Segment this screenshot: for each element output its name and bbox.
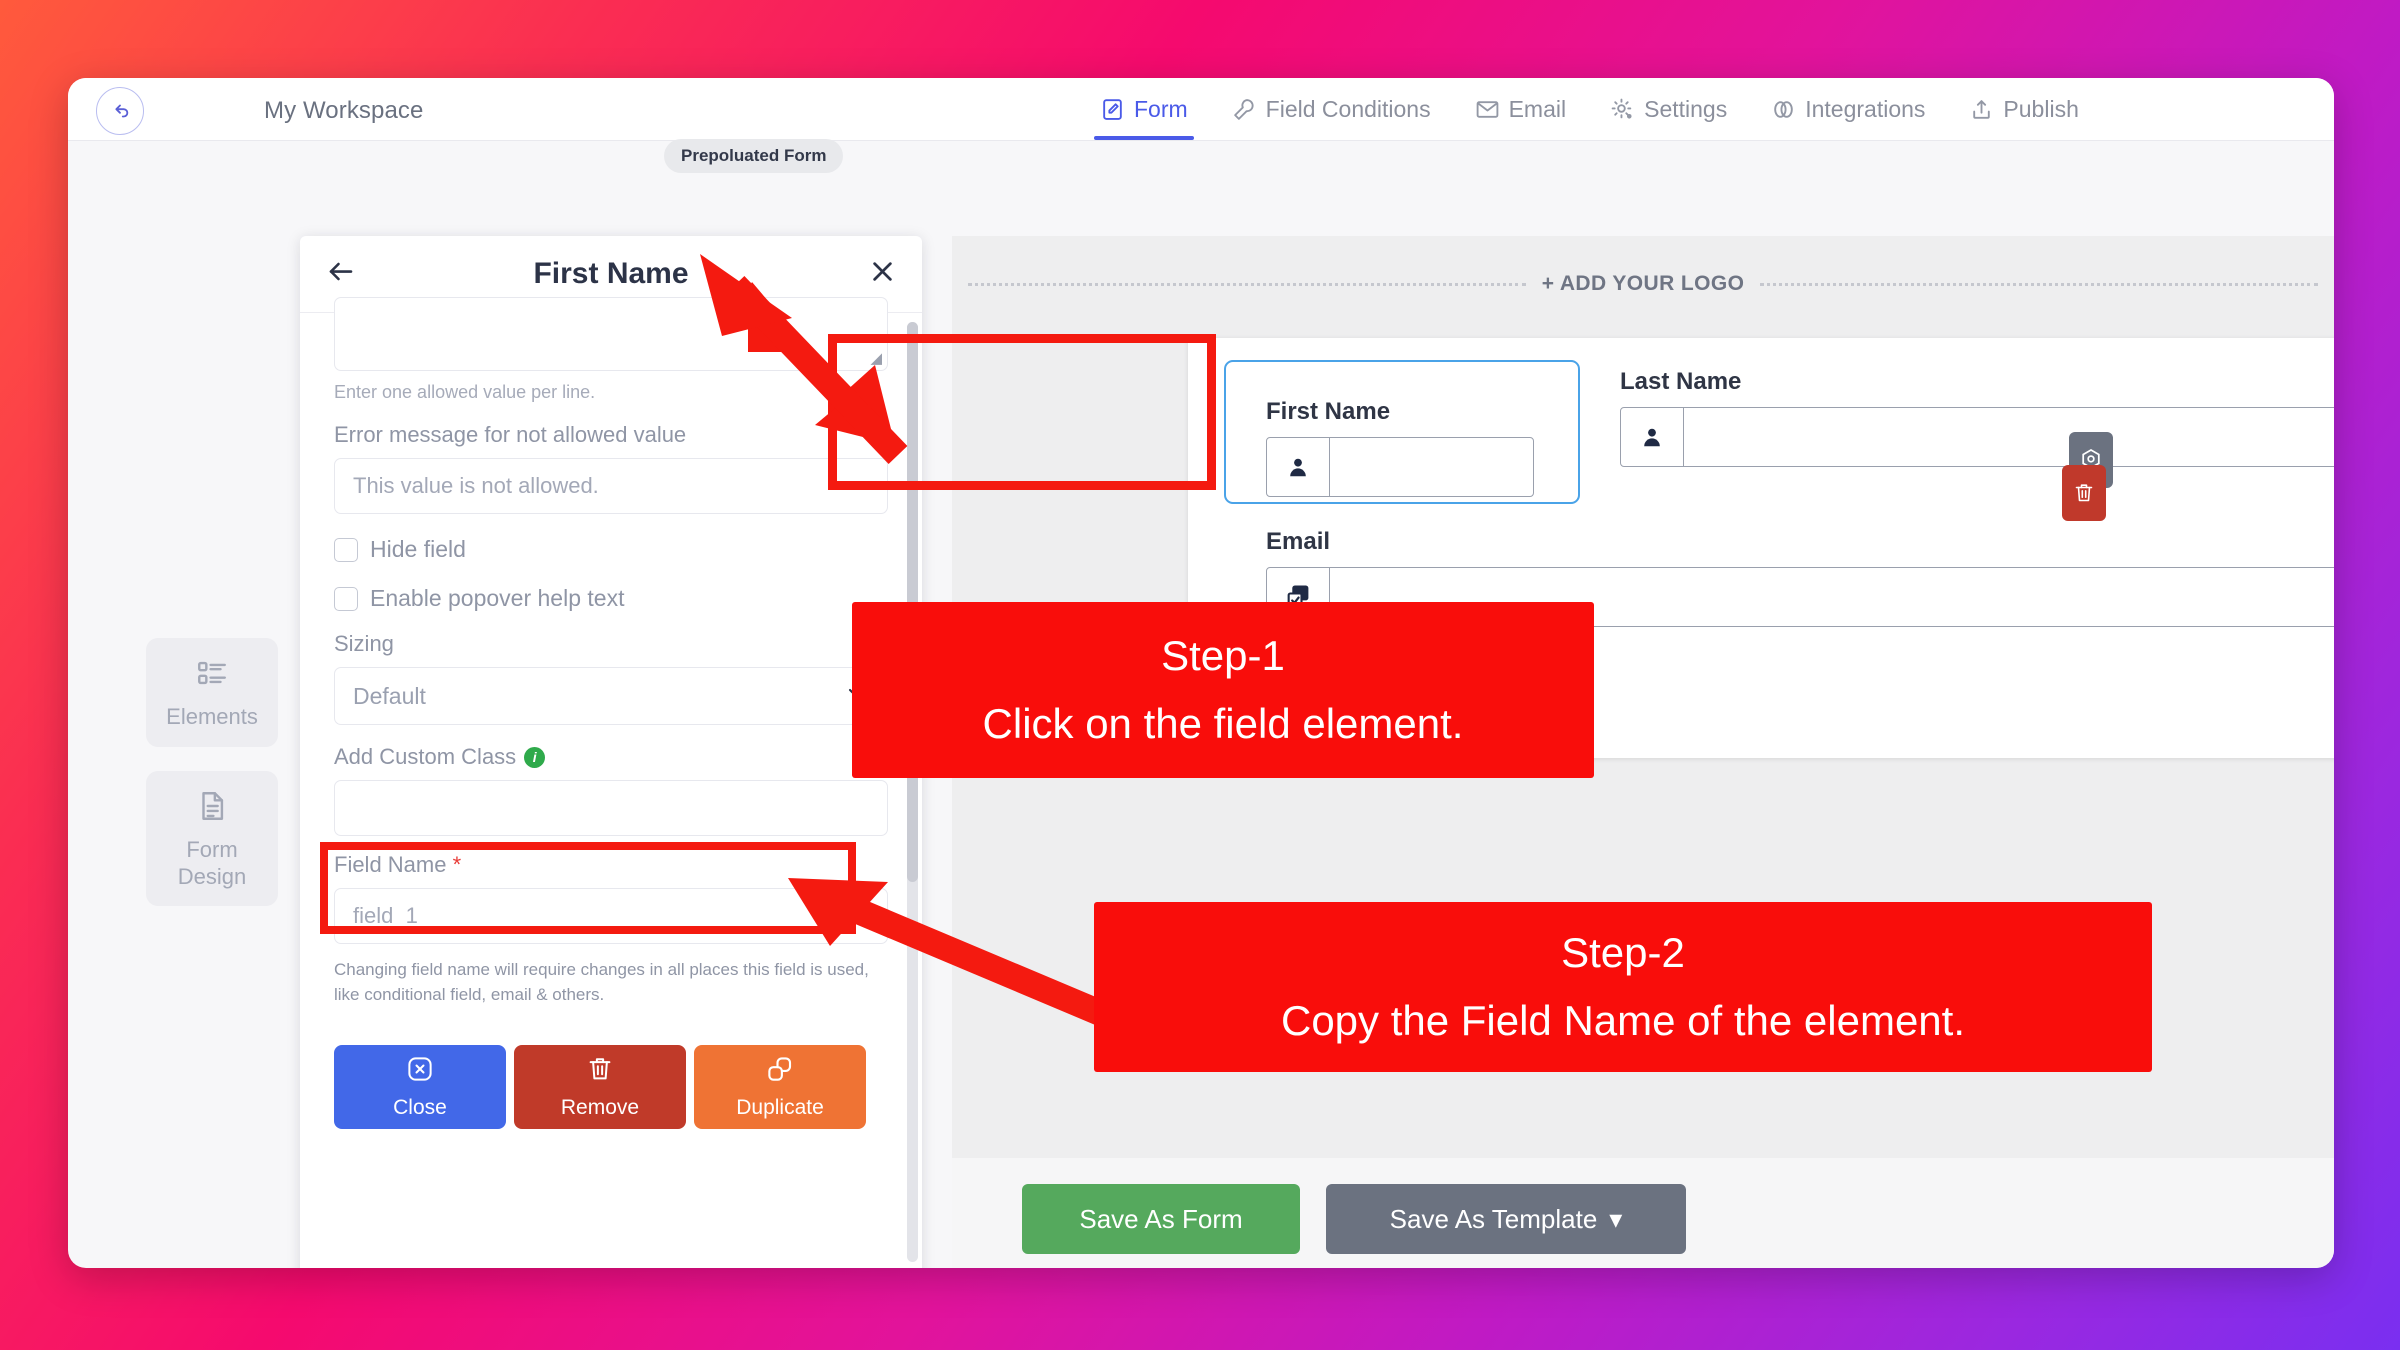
back-button[interactable] <box>96 87 144 135</box>
info-icon[interactable]: i <box>524 746 546 768</box>
sizing-select[interactable]: Default <box>334 667 888 725</box>
left-rail: Elements Form Design <box>146 638 278 907</box>
close-icon[interactable] <box>869 258 896 290</box>
sidebar-item-label: Elements <box>166 704 258 729</box>
field-name-group: Field Name * field_1 Changing field name… <box>320 842 888 1007</box>
add-logo-label: + ADD YOUR LOGO <box>1541 272 1745 295</box>
divider-left <box>968 282 1526 286</box>
popover-help-label: Enable popover help text <box>370 585 625 611</box>
annotation-step-2: Step-2 Copy the Field Name of the elemen… <box>1094 902 2152 1072</box>
sizing-label: Sizing <box>334 631 394 656</box>
annotation-step-1: Step-1 Click on the field element. <box>852 602 1594 778</box>
tab-settings[interactable]: Settings <box>1588 78 1749 140</box>
document-lines-icon <box>195 789 229 828</box>
save-as-form-label: Save As Form <box>1079 1203 1243 1234</box>
error-message-label: Error message for not allowed value <box>334 422 687 447</box>
custom-class-label: Add Custom Class i <box>334 744 888 770</box>
field-selection-outline <box>1224 360 1580 504</box>
link-rings-icon <box>1771 97 1796 122</box>
duplicate-icon <box>765 1054 795 1090</box>
remove-button[interactable]: Remove <box>514 1045 686 1130</box>
workspace-title: My Workspace <box>264 97 424 124</box>
gear-icon <box>1610 97 1635 122</box>
duplicate-button[interactable]: Duplicate <box>694 1045 866 1130</box>
upload-icon <box>1969 97 1994 122</box>
allowed-values-hint: Enter one allowed value per line. <box>334 382 596 402</box>
annotation-title: Step-2 <box>1561 928 1685 976</box>
save-as-template-label: Save As Template <box>1389 1203 1598 1234</box>
field-delete-trash-icon[interactable] <box>2062 465 2106 521</box>
top-bar: My Workspace Prepoluated Form Form Field… <box>68 78 2334 173</box>
error-message-value: This value is not allowed. <box>353 473 599 498</box>
tab-label: Integrations <box>1805 95 1926 122</box>
custom-class-label-text: Add Custom Class <box>334 744 517 769</box>
list-blocks-icon <box>195 656 229 695</box>
error-message-input[interactable]: This value is not allowed. <box>334 458 888 514</box>
required-asterisk: * <box>452 852 462 877</box>
close-circle-icon <box>405 1054 435 1090</box>
popover-help-checkbox[interactable] <box>334 586 358 611</box>
document-pencil-icon <box>1100 97 1125 122</box>
tab-label: Form <box>1134 95 1188 122</box>
tab-label: Settings <box>1644 95 1728 122</box>
allowed-values-textarea[interactable]: ◢ <box>334 297 888 371</box>
tab-label: Publish <box>2003 95 2079 122</box>
envelope-icon <box>1475 97 1500 122</box>
button-label: Duplicate <box>736 1096 824 1120</box>
sidebar-item-elements[interactable]: Elements <box>146 638 278 747</box>
close-button[interactable]: Close <box>334 1045 506 1130</box>
popover-help-row[interactable]: Enable popover help text <box>334 585 888 612</box>
field-name-input[interactable]: field_1 <box>334 888 888 944</box>
trash-icon <box>585 1054 615 1090</box>
field-input-area[interactable] <box>1684 408 2334 466</box>
undo-arrow-icon <box>115 104 129 118</box>
annotation-title: Step-1 <box>1161 631 1285 679</box>
form-field-last-name[interactable]: Last Name <box>1620 368 2334 467</box>
add-logo-row[interactable]: + ADD YOUR LOGO <box>968 272 2319 296</box>
tab-label: Email <box>1508 95 1567 122</box>
panel-title: First Name <box>533 257 689 290</box>
sidebar-item-label: Form Design <box>177 836 247 889</box>
field-label: Last Name <box>1620 368 1742 395</box>
form-name-badge: Prepoluated Form <box>664 139 844 173</box>
divider-right <box>1760 282 2319 286</box>
field-name-label-text: Field Name <box>334 852 447 877</box>
field-input[interactable] <box>1620 407 2334 467</box>
field-name-value: field_1 <box>353 903 418 928</box>
tab-publish[interactable]: Publish <box>1947 78 2100 140</box>
save-as-form-button[interactable]: Save As Form <box>1022 1184 1300 1254</box>
field-name-label: Field Name * <box>334 852 888 878</box>
person-icon <box>1621 408 1684 466</box>
field-name-note: Changing field name will require changes… <box>334 960 869 1004</box>
tab-email[interactable]: Email <box>1453 78 1589 140</box>
tab-integrations[interactable]: Integrations <box>1749 78 1947 140</box>
main-tabs: Form Field Conditions Email Settings Int… <box>1078 78 2101 140</box>
caret-down-icon: ▾ <box>1609 1203 1623 1234</box>
annotation-text: Copy the Field Name of the element. <box>1280 997 1966 1044</box>
panel-action-buttons: Close Remove Duplicate <box>334 1045 888 1130</box>
wrench-icon <box>1232 97 1257 122</box>
hide-field-row[interactable]: Hide field <box>334 536 888 563</box>
tab-field-conditions[interactable]: Field Conditions <box>1210 78 1453 140</box>
sizing-value: Default <box>353 682 426 709</box>
tab-label: Field Conditions <box>1265 95 1431 122</box>
hide-field-label: Hide field <box>370 536 466 562</box>
first-name-highlight-box <box>828 334 1216 490</box>
button-label: Remove <box>560 1096 640 1120</box>
field-label: Email <box>1266 528 1331 555</box>
button-label: Close <box>393 1096 447 1120</box>
sidebar-item-form-design[interactable]: Form Design <box>146 770 278 907</box>
annotation-text: Click on the field element. <box>982 700 1464 747</box>
custom-class-input[interactable] <box>334 780 888 836</box>
hide-field-checkbox[interactable] <box>334 537 358 562</box>
bottom-bar: Save As Form Save As Template ▾ <box>952 1158 2334 1268</box>
panel-back-icon[interactable] <box>326 257 356 292</box>
tab-form[interactable]: Form <box>1078 78 1210 140</box>
save-as-template-button[interactable]: Save As Template ▾ <box>1326 1184 1686 1254</box>
